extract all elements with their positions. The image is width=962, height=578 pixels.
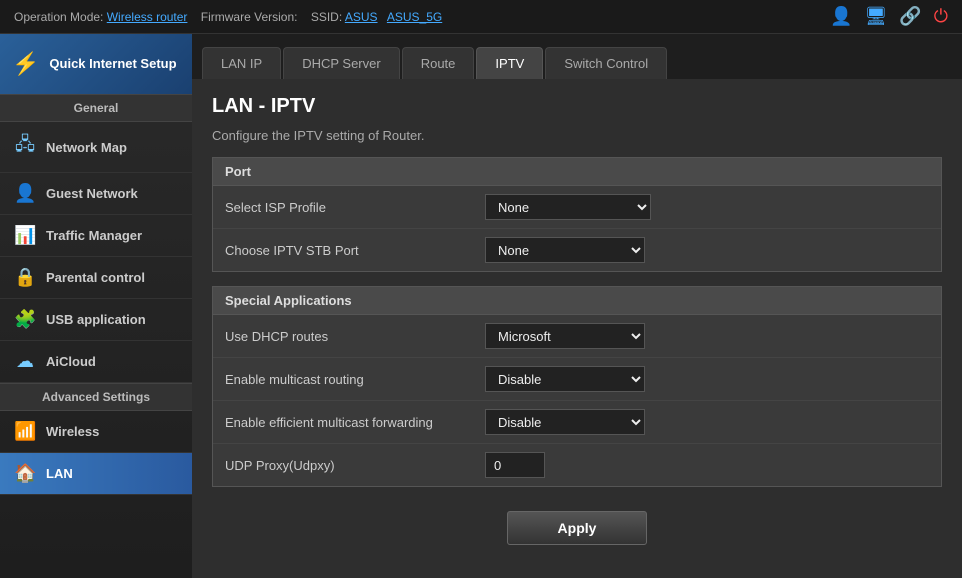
network-map-label: Network Map [46, 140, 127, 155]
multicast-routing-control: Disable Enable [485, 366, 645, 392]
sidebar: ⚡ Quick Internet Setup General 🖧 Network… [0, 34, 192, 578]
lan-icon: 🏠 [14, 463, 36, 484]
sidebar-item-network-map[interactable]: 🖧 Network Map [0, 122, 192, 173]
sidebar-header-label: Quick Internet Setup [49, 56, 176, 73]
sidebar-item-traffic-manager[interactable]: 📊 Traffic Manager [0, 215, 192, 257]
advanced-section-label: Advanced Settings [0, 383, 192, 411]
apply-row: Apply [212, 501, 942, 551]
sidebar-item-usb-application[interactable]: 🧩 USB application [0, 299, 192, 341]
stb-port-select[interactable]: None LAN1 LAN2 LAN3 LAN4 [485, 237, 645, 263]
isp-profile-label: Select ISP Profile [225, 200, 485, 215]
tab-route[interactable]: Route [402, 47, 475, 79]
isp-profile-select[interactable]: None Australia(MyRepublic) Australia(NBN… [485, 194, 651, 220]
guest-network-label: Guest Network [46, 186, 138, 201]
stb-port-label: Choose IPTV STB Port [225, 243, 485, 258]
operation-mode-text: Operation Mode: Wireless router Firmware… [14, 10, 442, 24]
main-content: LAN IP DHCP Server Route IPTV Switch Con… [192, 34, 962, 578]
udp-proxy-row: UDP Proxy(Udpxy) [213, 444, 941, 486]
parental-control-icon: 🔒 [14, 267, 36, 288]
sidebar-item-guest-network[interactable]: 👤 Guest Network [0, 173, 192, 215]
power-icon[interactable]: ⏻ [934, 6, 948, 27]
udp-proxy-control [485, 452, 545, 478]
ssid-5g-value[interactable]: ASUS_5G [387, 10, 442, 24]
multicast-routing-select[interactable]: Disable Enable [485, 366, 645, 392]
dhcp-routes-select[interactable]: Microsoft Linux Disable [485, 323, 645, 349]
info-bar: Operation Mode: Wireless router Firmware… [0, 0, 962, 34]
page-description: Configure the IPTV setting of Router. [212, 128, 942, 143]
top-icons: 👤 🖥 🔗 ⏻ [830, 6, 948, 27]
multicast-forwarding-select[interactable]: Disable Enable [485, 409, 645, 435]
ssid-value[interactable]: ASUS [345, 10, 378, 24]
traffic-manager-icon: 📊 [14, 225, 36, 246]
network-map-icon: 🖧 [14, 132, 36, 162]
tab-switch-control[interactable]: Switch Control [545, 47, 667, 79]
udp-proxy-input[interactable] [485, 452, 545, 478]
sidebar-item-wireless[interactable]: 📶 Wireless [0, 411, 192, 453]
stb-port-row: Choose IPTV STB Port None LAN1 LAN2 LAN3… [213, 229, 941, 271]
firmware-label: Firmware Version: [201, 10, 298, 24]
udp-proxy-label: UDP Proxy(Udpxy) [225, 458, 485, 473]
port-section-header: Port [213, 158, 941, 186]
content-area: LAN - IPTV Configure the IPTV setting of… [192, 79, 962, 578]
multicast-forwarding-row: Enable efficient multicast forwarding Di… [213, 401, 941, 444]
wireless-icon: 📶 [14, 421, 36, 442]
operation-mode-link[interactable]: Wireless router [107, 10, 188, 24]
multicast-routing-row: Enable multicast routing Disable Enable [213, 358, 941, 401]
usb-application-icon: 🧩 [14, 309, 36, 330]
quick-setup-icon: ⚡ [12, 51, 39, 77]
special-applications-header: Special Applications [213, 287, 941, 315]
dhcp-routes-row: Use DHCP routes Microsoft Linux Disable [213, 315, 941, 358]
usb-application-label: USB application [46, 312, 146, 327]
tab-bar: LAN IP DHCP Server Route IPTV Switch Con… [192, 34, 962, 79]
user-icon[interactable]: 👤 [830, 6, 852, 27]
sidebar-item-aicloud[interactable]: ☁ AiCloud [0, 341, 192, 383]
multicast-routing-label: Enable multicast routing [225, 372, 485, 387]
dhcp-routes-label: Use DHCP routes [225, 329, 485, 344]
page-title: LAN - IPTV [212, 95, 942, 118]
port-section: Port Select ISP Profile None Australia(M… [212, 157, 942, 272]
multicast-forwarding-label: Enable efficient multicast forwarding [225, 415, 485, 430]
dhcp-routes-control: Microsoft Linux Disable [485, 323, 645, 349]
special-applications-section: Special Applications Use DHCP routes Mic… [212, 286, 942, 487]
tab-dhcp-server[interactable]: DHCP Server [283, 47, 400, 79]
operation-mode-label: Operation Mode: [14, 10, 103, 24]
sidebar-item-parental-control[interactable]: 🔒 Parental control [0, 257, 192, 299]
lan-label: LAN [46, 466, 73, 481]
tab-lan-ip[interactable]: LAN IP [202, 47, 281, 79]
aicloud-icon: ☁ [14, 351, 36, 372]
isp-profile-control: None Australia(MyRepublic) Australia(NBN… [485, 194, 651, 220]
general-section-label: General [0, 94, 192, 122]
sidebar-header[interactable]: ⚡ Quick Internet Setup [0, 34, 192, 94]
sidebar-item-lan[interactable]: 🏠 LAN [0, 453, 192, 495]
stb-port-control: None LAN1 LAN2 LAN3 LAN4 [485, 237, 645, 263]
share-icon[interactable]: 🔗 [899, 6, 921, 27]
guest-network-icon: 👤 [14, 183, 36, 204]
apply-button[interactable]: Apply [507, 511, 648, 545]
multicast-forwarding-control: Disable Enable [485, 409, 645, 435]
traffic-manager-label: Traffic Manager [46, 228, 142, 243]
aicloud-label: AiCloud [46, 354, 96, 369]
isp-profile-row: Select ISP Profile None Australia(MyRepu… [213, 186, 941, 229]
main-layout: ⚡ Quick Internet Setup General 🖧 Network… [0, 34, 962, 578]
monitor-icon[interactable]: 🖥 [864, 6, 887, 27]
tab-iptv[interactable]: IPTV [476, 47, 543, 79]
wireless-label: Wireless [46, 424, 99, 439]
ssid-label: SSID: [311, 10, 342, 24]
parental-control-label: Parental control [46, 270, 145, 285]
